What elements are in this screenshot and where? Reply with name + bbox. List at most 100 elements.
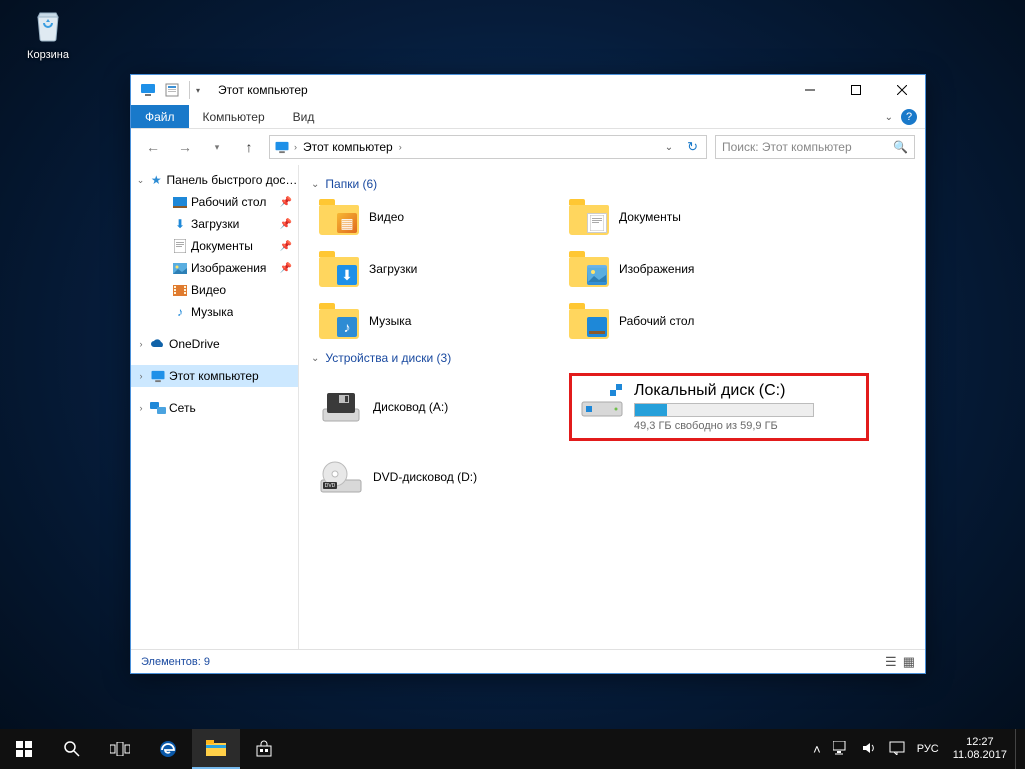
video-icon: [171, 285, 189, 296]
folder-desktop[interactable]: Рабочий стол: [569, 303, 819, 339]
refresh-icon[interactable]: ↻: [683, 139, 702, 155]
star-icon: ★: [148, 173, 164, 187]
system-tray: ˄ РУС 12:27 11.08.2017: [807, 729, 1025, 769]
forward-button[interactable]: →: [173, 135, 197, 159]
window-title: Этот компьютер: [210, 83, 787, 97]
view-large-icon[interactable]: ▦: [903, 654, 915, 670]
tray-time: 12:27: [953, 736, 1007, 749]
drive-c-label: Локальный диск (C:): [634, 382, 814, 400]
qat-separator: [189, 81, 190, 99]
computer-tab[interactable]: Компьютер: [189, 105, 279, 128]
taskbar-store[interactable]: [240, 729, 288, 769]
nav-network[interactable]: › Сеть: [131, 397, 298, 419]
minimize-button[interactable]: [787, 75, 833, 105]
folder-icon: [569, 303, 609, 339]
back-button[interactable]: ←: [141, 135, 165, 159]
crumb-sep-icon[interactable]: ›: [399, 142, 402, 152]
nav-pictures[interactable]: Изображения📌: [131, 257, 298, 279]
drive-c-highlight: Локальный диск (C:) 49,3 ГБ свободно из …: [569, 373, 869, 441]
thispc-icon[interactable]: [137, 79, 159, 101]
status-text: Элементов: 9: [141, 656, 210, 668]
nav-downloads[interactable]: ⬇Загрузки📌: [131, 213, 298, 235]
crumb-sep-icon[interactable]: ›: [294, 142, 297, 152]
nav-videos[interactable]: Видео: [131, 279, 298, 301]
address-history-icon[interactable]: ⌄: [659, 142, 679, 153]
drive-floppy[interactable]: Дисковод (A:): [319, 373, 569, 441]
floppy-icon: [319, 389, 363, 425]
document-icon: [171, 239, 189, 253]
expand-icon[interactable]: ›: [135, 339, 147, 349]
network-icon: [149, 402, 167, 415]
group-drives[interactable]: ⌄ Устройства и диски (3): [311, 351, 913, 365]
recent-dropdown-icon[interactable]: ▾: [205, 135, 229, 159]
tray-clock[interactable]: 12:27 11.08.2017: [945, 736, 1015, 762]
file-tab[interactable]: Файл: [131, 105, 189, 128]
pin-icon: 📌: [280, 241, 292, 252]
title-bar[interactable]: ▾ Этот компьютер: [131, 75, 925, 105]
folder-icon: [569, 251, 609, 287]
nav-quick-access[interactable]: ⌄ ★ Панель быстрого доступа: [131, 169, 298, 191]
folder-pictures[interactable]: Изображения: [569, 251, 819, 287]
help-icon[interactable]: ?: [901, 109, 917, 125]
search-button[interactable]: [48, 729, 96, 769]
address-crumb[interactable]: Этот компьютер: [301, 140, 395, 154]
drive-c-capacity-bar: [634, 403, 814, 417]
properties-icon[interactable]: [161, 79, 183, 101]
tray-notifications-icon[interactable]: [883, 741, 911, 758]
taskbar-edge[interactable]: [144, 729, 192, 769]
dvd-icon: DVD: [319, 459, 363, 495]
close-button[interactable]: [879, 75, 925, 105]
folder-videos[interactable]: ▦Видео: [319, 199, 569, 235]
view-tab[interactable]: Вид: [279, 105, 329, 128]
expand-icon[interactable]: ›: [135, 403, 147, 413]
show-desktop-button[interactable]: [1015, 729, 1021, 769]
maximize-button[interactable]: [833, 75, 879, 105]
view-details-icon[interactable]: ☰: [885, 654, 897, 670]
group-folders[interactable]: ⌄ Папки (6): [311, 177, 913, 191]
up-button[interactable]: ↑: [237, 135, 261, 159]
group-drives-label: Устройства и диски (3): [325, 351, 451, 365]
ribbon: Файл Компьютер Вид ⌄ ?: [131, 105, 925, 129]
nav-row: ← → ▾ ↑ › Этот компьютер › ⌄ ↻ Поиск: Эт…: [131, 129, 925, 165]
folder-music[interactable]: ♪Музыка: [319, 303, 569, 339]
folder-downloads[interactable]: ⬇Загрузки: [319, 251, 569, 287]
folder-documents[interactable]: Документы: [569, 199, 819, 235]
recycle-bin-icon: [28, 5, 68, 45]
group-folders-label: Папки (6): [325, 177, 377, 191]
collapse-icon[interactable]: ⌄: [135, 175, 146, 186]
nav-desktop[interactable]: Рабочий стол📌: [131, 191, 298, 213]
qat-dropdown-icon[interactable]: ▾: [196, 86, 210, 95]
explorer-window: ▾ Этот компьютер Файл Компьютер Вид ⌄ ? …: [130, 74, 926, 674]
nav-documents[interactable]: Документы📌: [131, 235, 298, 257]
collapse-icon[interactable]: ⌄: [311, 179, 319, 190]
navigation-pane: ⌄ ★ Панель быстрого доступа Рабочий стол…: [131, 165, 299, 649]
tray-volume-icon[interactable]: [855, 741, 883, 758]
nav-thispc[interactable]: › Этот компьютер: [131, 365, 298, 387]
expand-icon[interactable]: ›: [135, 371, 147, 381]
collapse-icon[interactable]: ⌄: [311, 353, 319, 364]
taskbar-explorer[interactable]: [192, 729, 240, 769]
ribbon-expand-icon[interactable]: ⌄: [885, 112, 893, 123]
start-button[interactable]: [0, 729, 48, 769]
pin-icon: 📌: [280, 263, 292, 274]
pin-icon: 📌: [280, 197, 292, 208]
nav-onedrive[interactable]: › OneDrive: [131, 333, 298, 355]
search-placeholder: Поиск: Этот компьютер: [722, 140, 852, 154]
hdd-icon: [580, 382, 624, 423]
search-input[interactable]: Поиск: Этот компьютер 🔍: [715, 135, 915, 159]
drive-dvd[interactable]: DVD DVD-дисковод (D:): [319, 459, 569, 495]
address-thispc-icon: [274, 139, 290, 155]
taskview-button[interactable]: [96, 729, 144, 769]
tray-expand-icon[interactable]: ˄: [807, 742, 827, 757]
search-icon: 🔍: [893, 140, 908, 154]
svg-text:DVD: DVD: [325, 483, 336, 489]
tray-network-icon[interactable]: [827, 741, 855, 758]
desktop-recycle-bin[interactable]: Корзина: [18, 5, 78, 61]
address-bar[interactable]: › Этот компьютер › ⌄ ↻: [269, 135, 707, 159]
nav-music[interactable]: ♪Музыка: [131, 301, 298, 323]
folder-icon: [569, 199, 609, 235]
tray-language[interactable]: РУС: [911, 743, 945, 755]
folder-icon: ♪: [319, 303, 359, 339]
drive-c[interactable]: Локальный диск (C:) 49,3 ГБ свободно из …: [580, 382, 858, 432]
desktop-icon: [171, 197, 189, 208]
